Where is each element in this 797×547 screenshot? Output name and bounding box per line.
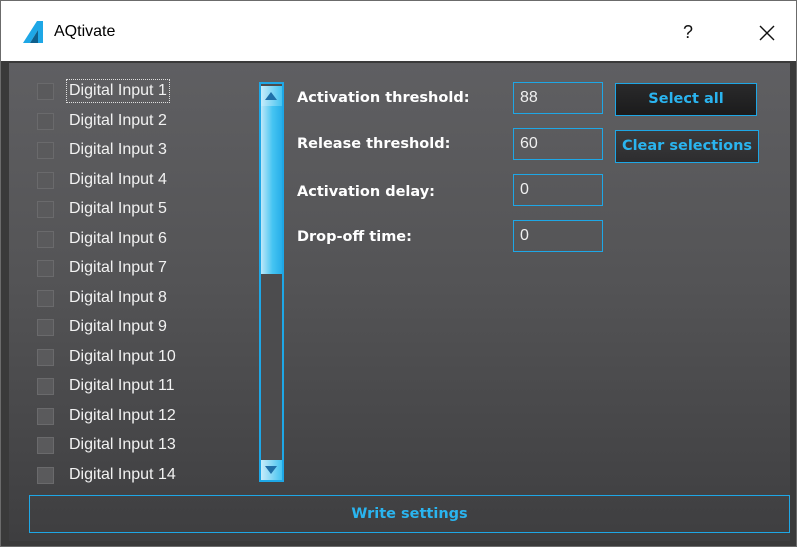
input-checkbox[interactable]	[37, 83, 54, 100]
input-checkbox[interactable]	[37, 466, 54, 484]
input-checkbox[interactable]	[37, 378, 54, 395]
input-label[interactable]: Digital Input 13	[67, 434, 178, 456]
input-label[interactable]: Digital Input 1	[66, 79, 170, 103]
input-label[interactable]: Digital Input 5	[67, 198, 169, 220]
list-item[interactable]: Digital Input 13	[35, 432, 261, 460]
close-button[interactable]	[745, 15, 789, 49]
input-list-scrollbar[interactable]	[259, 82, 284, 482]
input-label[interactable]: Digital Input 12	[67, 405, 178, 427]
write-settings-button[interactable]: Write settings	[29, 495, 790, 533]
list-item[interactable]: Digital Input 7	[35, 255, 261, 283]
activation-delay-input[interactable]: 0	[513, 174, 603, 206]
digital-input-list: Digital Input 1 Digital Input 2 Digital In…	[35, 78, 291, 488]
chevron-down-icon	[265, 466, 277, 474]
release-threshold-input[interactable]: 60	[513, 128, 603, 160]
window-title: AQtivate	[54, 23, 116, 40]
list-item[interactable]: Digital Input 5	[35, 196, 261, 224]
aqtivate-logo-icon	[23, 21, 43, 43]
input-checkbox[interactable]	[37, 112, 54, 130]
input-label[interactable]: Digital Input 3	[67, 139, 169, 161]
help-button[interactable]: ?	[666, 15, 710, 49]
scroll-thumb[interactable]	[261, 86, 282, 274]
input-checkbox[interactable]	[37, 171, 54, 189]
list-item[interactable]: Digital Input 4	[35, 167, 261, 195]
input-label[interactable]: Digital Input 10	[67, 346, 178, 368]
scroll-up-button[interactable]	[261, 86, 282, 106]
list-item[interactable]: Digital Input 3	[35, 137, 261, 165]
release-threshold-label: Release threshold:	[297, 136, 451, 152]
drop-off-time-label: Drop-off time:	[297, 229, 412, 245]
input-label[interactable]: Digital Input 8	[67, 287, 169, 309]
input-checkbox[interactable]	[37, 407, 54, 425]
input-label[interactable]: Digital Input 11	[67, 375, 177, 397]
list-item[interactable]: Digital Input 6	[35, 226, 261, 254]
input-checkbox[interactable]	[37, 319, 54, 336]
list-item[interactable]: Digital Input 12	[35, 403, 261, 431]
list-item[interactable]: Digital Input 2	[35, 108, 261, 136]
input-label[interactable]: Digital Input 7	[67, 257, 169, 279]
close-icon	[759, 25, 775, 40]
input-checkbox[interactable]	[37, 142, 54, 159]
list-item[interactable]: Digital Input 9	[35, 314, 261, 342]
list-item[interactable]: Digital Input 1	[35, 78, 261, 106]
input-label[interactable]: Digital Input 14	[67, 464, 178, 486]
input-label[interactable]: Digital Input 9	[67, 316, 169, 338]
input-label[interactable]: Digital Input 4	[67, 169, 169, 191]
input-checkbox[interactable]	[37, 437, 54, 454]
activation-threshold-input[interactable]: 88	[513, 82, 603, 114]
input-checkbox[interactable]	[37, 201, 54, 218]
activation-delay-label: Activation delay:	[297, 184, 435, 200]
input-checkbox[interactable]	[37, 260, 54, 277]
list-item[interactable]: Digital Input 10	[35, 344, 261, 372]
scroll-down-button[interactable]	[261, 460, 282, 480]
input-checkbox[interactable]	[37, 289, 54, 307]
list-item[interactable]: Digital Input 8	[35, 285, 261, 313]
input-checkbox[interactable]	[37, 348, 54, 366]
settings-panel: Digital Input 1 Digital Input 2 Digital In…	[9, 63, 790, 541]
input-label[interactable]: Digital Input 2	[67, 110, 169, 132]
chevron-up-icon	[265, 92, 277, 100]
drop-off-time-input[interactable]: 0	[513, 220, 603, 252]
aqtivate-window: AQtivate ? Digital Input 1 Digital Input …	[0, 0, 797, 547]
activation-threshold-label: Activation threshold:	[297, 90, 470, 106]
input-checkbox[interactable]	[37, 230, 54, 248]
list-item[interactable]: Digital Input 11	[35, 373, 261, 401]
clear-selections-button[interactable]: Clear selections	[615, 130, 759, 163]
input-label[interactable]: Digital Input 6	[67, 228, 169, 250]
title-bar: AQtivate ?	[1, 1, 796, 61]
list-item[interactable]: Digital Input 14	[35, 462, 261, 489]
select-all-button[interactable]: Select all	[615, 83, 757, 116]
